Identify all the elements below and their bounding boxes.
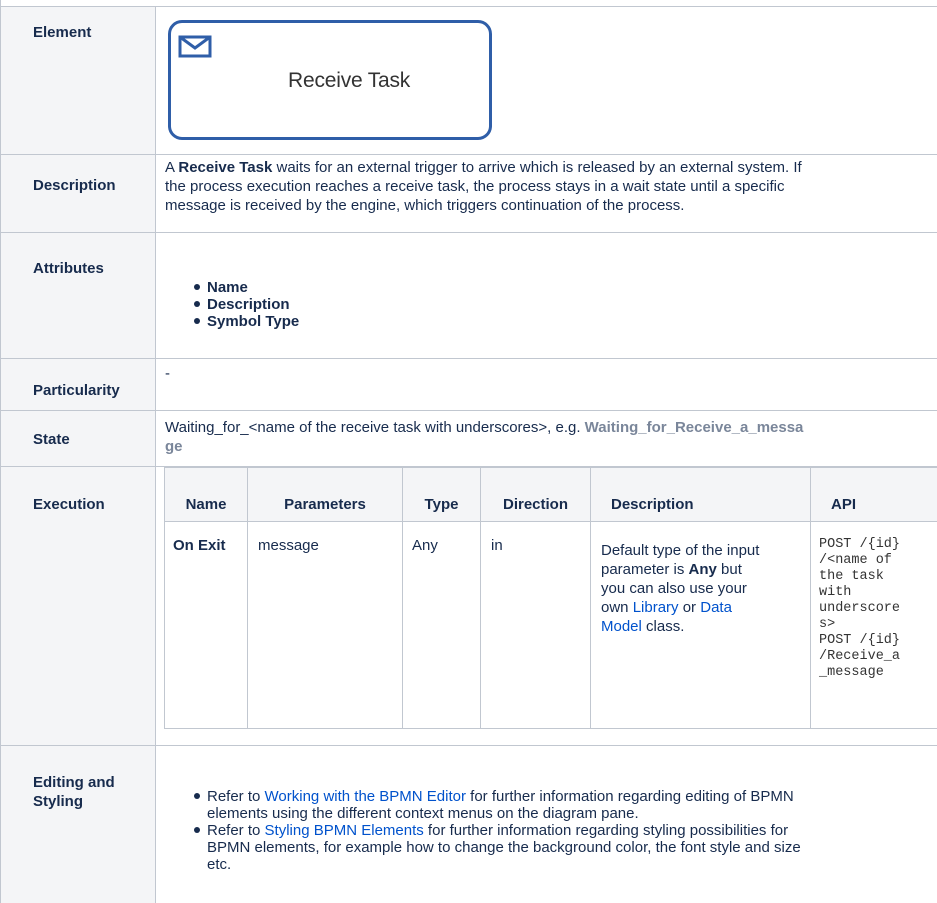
state-text: Waiting_for_<name of the receive task wi…: [165, 419, 804, 455]
task-label: Receive Task: [288, 69, 411, 92]
editing-list: Refer to Working with the BPMN Editor fo…: [165, 788, 937, 873]
cell-name: On Exit: [164, 521, 248, 729]
state-example: Waiting_for_Receive_a_messa: [584, 419, 804, 436]
envelope-icon: [178, 35, 212, 58]
list-item: Description: [194, 296, 937, 313]
data-model-link[interactable]: Data: [700, 599, 732, 616]
cell-description: Default type of the input parameter is A…: [590, 521, 811, 729]
list-item: Refer to Styling BPMN Elements for furth…: [194, 822, 937, 873]
execution-row: Execution Name Parameters Type Direction…: [1, 466, 937, 745]
execution-header: Execution: [1, 467, 156, 745]
column-header: Description: [590, 467, 811, 522]
particularity-value: -: [165, 365, 170, 382]
list-item: Refer to Working with the BPMN Editor fo…: [194, 788, 937, 822]
editing-header: Editing and Styling: [1, 746, 156, 903]
particularity-header: Particularity: [1, 359, 156, 410]
library-link[interactable]: Library: [633, 599, 679, 616]
attributes-cell: Name Description Symbol Type: [156, 233, 937, 358]
state-header: State: [1, 411, 156, 466]
editing-cell: Refer to Working with the BPMN Editor fo…: [156, 746, 937, 903]
description-row: Description A Receive Task waits for an …: [1, 154, 937, 232]
description-text: A Receive Task waits for an external tri…: [165, 159, 802, 214]
cell-direction: in: [480, 521, 591, 729]
state-row: State Waiting_for_<name of the receive t…: [1, 410, 937, 466]
content-table: Element Receive Task Description A Recei…: [0, 0, 937, 903]
column-header: Name: [164, 467, 248, 522]
list-item: Name: [194, 279, 937, 296]
cell-api: POST /{id} /<name of the task with under…: [810, 521, 937, 729]
execution-cell: Name Parameters Type Direction Descripti…: [156, 467, 937, 745]
cell-type: Any: [402, 521, 481, 729]
column-header: Direction: [480, 467, 591, 522]
attributes-list: Name Description Symbol Type: [165, 279, 937, 330]
receive-task-shape: Receive Task: [168, 20, 492, 140]
attributes-header: Attributes: [1, 233, 156, 358]
element-row: Element Receive Task: [1, 6, 937, 154]
data-model-link-cont[interactable]: Model: [601, 618, 642, 635]
particularity-row: Particularity -: [1, 358, 937, 410]
description-header: Description: [1, 155, 156, 232]
styling-bpmn-link[interactable]: Styling BPMN Elements: [265, 822, 424, 839]
receive-task-bold: Receive Task: [178, 159, 273, 176]
cell-parameters: message: [247, 521, 403, 729]
column-header: Type: [402, 467, 481, 522]
column-header: Parameters: [247, 467, 403, 522]
editing-row: Editing and Styling Refer to Working wit…: [1, 745, 937, 903]
attributes-row: Attributes Name Description Symbol Type: [1, 232, 937, 358]
element-cell: Receive Task: [156, 7, 937, 154]
element-header: Element: [1, 7, 156, 154]
list-item: Symbol Type: [194, 313, 937, 330]
bpmn-editor-link[interactable]: Working with the BPMN Editor: [265, 788, 466, 805]
column-header: API: [810, 467, 937, 522]
execution-table: Name Parameters Type Direction Descripti…: [164, 467, 937, 729]
